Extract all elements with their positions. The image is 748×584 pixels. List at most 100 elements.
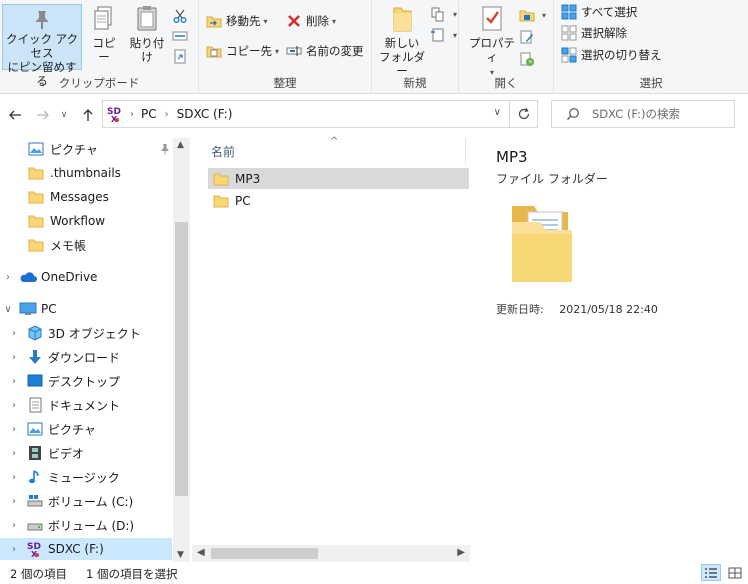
nav-item-downloads[interactable]: › ダウンロード (0, 346, 172, 368)
forward-arrow-icon (37, 110, 49, 120)
paste-button[interactable]: 貼り付け (125, 4, 169, 64)
breadcrumb-pc[interactable]: PC (141, 107, 157, 121)
up-button[interactable] (78, 105, 98, 125)
address-dropdown-icon[interactable]: ∨ (494, 107, 501, 118)
edit-button[interactable] (519, 27, 539, 47)
expand-chevron-icon[interactable]: › (3, 272, 13, 283)
sd-card-icon: SDX (27, 542, 41, 558)
item-count: 2 個の項目 (10, 567, 67, 581)
nav-item-label: Messages (50, 190, 109, 204)
recent-locations-button[interactable]: ∨ (58, 105, 70, 125)
expand-chevron-icon[interactable]: › (9, 472, 19, 483)
navigation-pane: ピクチャ .thumbnails Messages Workflow メモ帳 ›… (0, 138, 190, 562)
scroll-up-icon[interactable]: ▲ (177, 140, 184, 150)
status-bar: 2 個の項目 1 個の項目を選択 (0, 562, 748, 584)
move-to-button[interactable]: 移動先 ▾ (206, 11, 268, 31)
copy-to-button[interactable]: コピー先 ▾ (206, 41, 279, 61)
invert-selection-button[interactable]: 選択の切り替え (561, 45, 662, 65)
large-folder-icon (512, 206, 572, 282)
history-icon (520, 52, 534, 66)
copy-button[interactable]: コピー (87, 4, 121, 64)
scroll-right-icon[interactable]: ▶ (457, 547, 465, 558)
nav-item-pictures[interactable]: › ピクチャ (0, 418, 172, 440)
new-folder-line1: 新しい (384, 36, 420, 50)
list-item-pc[interactable]: PC (208, 190, 469, 211)
select-all-button[interactable]: すべて選択 (561, 2, 637, 22)
preview-type: ファイル フォルダー (496, 172, 608, 186)
delete-button[interactable]: 削除 ▾ (286, 11, 336, 31)
new-folder-button[interactable]: 新しい フォルダー (376, 4, 428, 78)
paste-shortcut-button[interactable] (172, 46, 192, 66)
easy-access-icon (431, 28, 444, 42)
nav-item-thumbnails[interactable]: .thumbnails (0, 162, 172, 184)
expand-chevron-icon[interactable]: › (9, 520, 19, 531)
expand-chevron-icon[interactable]: › (9, 328, 19, 339)
nav-item-sdxc[interactable]: › SD X SDXC (F:) (0, 538, 172, 560)
back-button[interactable] (5, 105, 25, 125)
nav-item-label: ボリューム (C:) (48, 494, 134, 509)
invert-selection-label: 選択の切り替え (581, 48, 662, 62)
ribbon: クイック アクセス にピン留めする コピー 貼り付け クリップボード 移動先 ▾… (0, 0, 748, 94)
new-item-button[interactable]: ▾ (430, 4, 457, 24)
column-header-name[interactable]: 名前 (211, 143, 235, 160)
nav-item-messages[interactable]: Messages (0, 186, 172, 208)
large-icons-view-button[interactable] (725, 564, 745, 581)
nav-item-onedrive[interactable]: › OneDrive (0, 266, 172, 288)
properties-check-icon (482, 6, 502, 31)
new-group: 新しい フォルダー ▾ ▾ 新規 (372, 0, 459, 94)
back-arrow-icon (9, 110, 21, 120)
properties-button[interactable]: プロパティ ▾ (465, 4, 519, 80)
nav-item-label: Workflow (50, 214, 106, 228)
nav-item-volume-d[interactable]: › ボリューム (D:) (0, 514, 172, 536)
nav-item-3d-objects[interactable]: › 3D オブジェクト (0, 322, 172, 344)
refresh-button[interactable] (510, 100, 538, 128)
nav-item-label: .thumbnails (50, 166, 121, 180)
nav-item-documents[interactable]: › ドキュメント (0, 394, 172, 416)
expand-chevron-icon[interactable]: › (9, 376, 19, 387)
expand-chevron-icon[interactable]: › (9, 448, 19, 459)
nav-item-memo[interactable]: メモ帳 (0, 234, 172, 256)
expand-chevron-icon[interactable]: › (9, 400, 19, 411)
nav-item-label: メモ帳 (50, 238, 87, 253)
delete-label: 削除 (306, 14, 329, 28)
details-view-button[interactable] (701, 564, 721, 581)
nav-item-videos[interactable]: › ビデオ (0, 442, 172, 464)
nav-scroll-thumb[interactable] (175, 222, 188, 496)
content-scroll-thumb[interactable] (211, 548, 318, 559)
windows-drive-icon (27, 495, 43, 507)
nav-item-volume-c[interactable]: › ボリューム (C:) (0, 490, 172, 512)
nav-item-desktop[interactable]: › デスクトップ (0, 370, 172, 392)
list-item-mp3[interactable]: MP3 (208, 168, 469, 189)
breadcrumb-sdxc[interactable]: SDXC (F:) (177, 107, 233, 121)
nav-item-pc[interactable]: ∨ PC (0, 298, 172, 320)
nav-item-pictures-quick[interactable]: ピクチャ (0, 138, 172, 160)
select-all-icon (561, 4, 577, 20)
nav-item-workflow[interactable]: Workflow (0, 210, 172, 232)
search-box[interactable]: SDXC (F:)の検索 (551, 100, 735, 128)
folder-icon (213, 195, 229, 207)
nav-item-label: 3D オブジェクト (48, 326, 141, 341)
copy-path-button[interactable] (172, 26, 192, 46)
forward-button[interactable] (33, 105, 53, 125)
column-divider[interactable] (465, 138, 466, 164)
nav-item-music[interactable]: › ミュージック (0, 466, 172, 488)
scroll-down-icon[interactable]: ▼ (177, 550, 184, 560)
open-button[interactable]: ▾ (519, 5, 546, 25)
paste-icon (137, 6, 157, 31)
rename-button[interactable]: 名前の変更 (286, 41, 364, 61)
history-button[interactable] (519, 49, 539, 69)
select-group: すべて選択 選択解除 選択の切り替え 選択 (554, 0, 748, 94)
collapse-chevron-icon[interactable]: ∨ (3, 304, 13, 315)
expand-chevron-icon[interactable]: › (9, 424, 19, 435)
easy-access-button[interactable]: ▾ (430, 25, 457, 45)
cut-button[interactable] (172, 6, 192, 26)
address-bar[interactable]: SD X › PC › SDXC (F:) ∨ (102, 100, 510, 128)
select-none-button[interactable]: 選択解除 (561, 23, 627, 43)
expand-chevron-icon[interactable]: › (9, 544, 19, 555)
expand-chevron-icon[interactable]: › (9, 352, 19, 363)
scroll-left-icon[interactable]: ◀ (197, 547, 205, 558)
paste-shortcut-icon (174, 49, 186, 64)
nav-item-label: ドキュメント (48, 398, 121, 413)
pin-to-quick-access-button[interactable]: クイック アクセス にピン留めする (2, 4, 82, 88)
expand-chevron-icon[interactable]: › (9, 496, 19, 507)
